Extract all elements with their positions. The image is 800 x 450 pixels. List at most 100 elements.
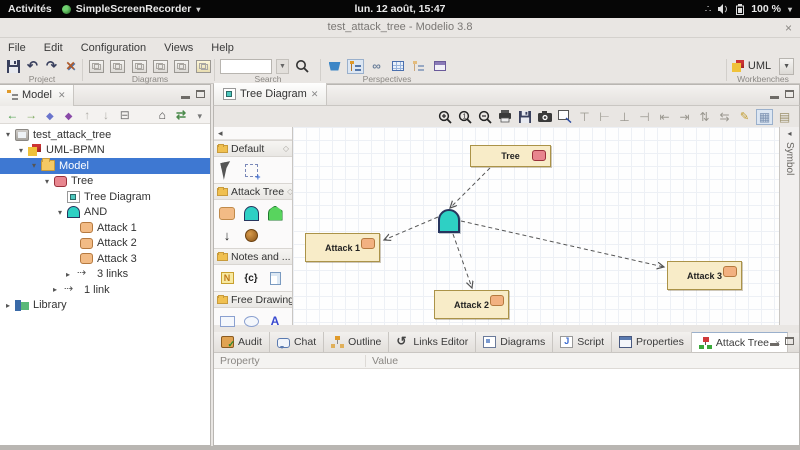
close-icon[interactable]: ✕	[58, 90, 66, 101]
menu-edit[interactable]: Edit	[44, 42, 63, 54]
tree-item-and[interactable]: AND	[0, 205, 210, 221]
window-close-button[interactable]: ×	[785, 21, 792, 35]
rectangle-tool[interactable]	[216, 311, 238, 331]
checklist-icon[interactable]	[410, 59, 427, 74]
maximize-icon[interactable]	[196, 90, 205, 98]
move-down-button[interactable]	[100, 108, 113, 122]
search-input[interactable]	[220, 59, 272, 74]
menu-views[interactable]: Views	[164, 42, 193, 54]
tree-item-attack-1[interactable]: Attack 1	[0, 220, 210, 236]
expander-icon[interactable]	[49, 285, 61, 294]
system-tray[interactable]: ∴ 100 % ▾	[705, 3, 800, 15]
diagram-node-and-gate[interactable]	[438, 209, 460, 233]
column-value[interactable]: Value	[366, 355, 398, 367]
zoom-in-icon[interactable]	[436, 109, 453, 125]
nav-forward-button[interactable]	[25, 108, 38, 122]
align-left-icon[interactable]: ⊢	[596, 109, 613, 125]
close-icon[interactable]: ✕	[311, 89, 319, 100]
palette-group-notes[interactable]: Notes and ... ◇	[214, 248, 292, 265]
expander-icon[interactable]	[41, 177, 53, 186]
menu-file[interactable]: File	[8, 42, 26, 54]
align-top-icon[interactable]: ⊤	[576, 109, 593, 125]
move-up-button[interactable]	[81, 108, 94, 122]
diagram-node-attack-1[interactable]: Attack 1	[305, 233, 380, 262]
model-tab[interactable]: Model ✕	[0, 85, 74, 106]
tools-button[interactable]	[63, 58, 78, 74]
workbench-dropdown[interactable]: ▼	[779, 58, 794, 75]
diagram-type-2-button[interactable]	[109, 58, 126, 74]
diagram-node-tree[interactable]: Tree	[470, 145, 551, 167]
tree-item-attack-2[interactable]: Attack 2	[0, 236, 210, 252]
text-tool[interactable]	[264, 311, 286, 331]
link-icon[interactable]	[368, 59, 385, 74]
link-arrow-tool[interactable]	[216, 225, 238, 245]
tree-item-model[interactable]: Model	[0, 158, 210, 174]
search-dropdown[interactable]: ▼	[276, 59, 289, 74]
note-tool[interactable]: N	[216, 268, 238, 288]
same-width-icon[interactable]: ⇤	[656, 109, 673, 125]
minimize-icon[interactable]	[770, 96, 779, 99]
tree-diagram-tab[interactable]: Tree Diagram ✕	[214, 83, 327, 105]
page-setup-icon[interactable]	[776, 109, 793, 125]
nav-related2-button[interactable]	[62, 108, 75, 122]
expander-icon[interactable]	[54, 208, 66, 217]
tab-script[interactable]: Script	[553, 332, 612, 352]
print-icon[interactable]	[496, 109, 513, 125]
tree-item-3-links[interactable]: 3 links	[0, 267, 210, 283]
diagram-type-5-button[interactable]	[173, 58, 190, 74]
tree-item-attack-3[interactable]: Attack 3	[0, 251, 210, 267]
tab-properties[interactable]: Properties	[612, 332, 692, 352]
expander-icon[interactable]	[15, 146, 27, 155]
and-gate-tool[interactable]	[240, 203, 262, 223]
view-menu-button[interactable]	[193, 108, 206, 122]
bucket-icon[interactable]	[326, 59, 343, 74]
model-tree-icon[interactable]	[347, 59, 364, 74]
home-button[interactable]	[156, 108, 169, 122]
tree-item-1-link[interactable]: 1 link	[0, 282, 210, 298]
expander-icon[interactable]	[2, 130, 14, 139]
sync-button[interactable]	[175, 108, 188, 122]
palette-group-free-drawing[interactable]: Free Drawing ◇	[214, 291, 292, 308]
diagram-type-4-button[interactable]	[152, 58, 169, 74]
diagram-type-1-button[interactable]	[88, 58, 105, 74]
expander-icon[interactable]	[28, 161, 40, 170]
same-height-icon[interactable]: ⇥	[676, 109, 693, 125]
zoom-100-icon[interactable]: 1	[456, 109, 473, 125]
marquee-tool[interactable]	[240, 160, 262, 180]
save-diagram-icon[interactable]	[516, 109, 533, 125]
undo-button[interactable]	[25, 58, 40, 74]
diagram-node-attack-3[interactable]: Attack 3	[667, 261, 742, 290]
collapse-all-button[interactable]	[118, 108, 131, 122]
search-icon[interactable]	[293, 58, 311, 74]
style-brush-icon[interactable]	[736, 109, 753, 125]
tree-item-tree-diagram[interactable]: Tree Diagram	[0, 189, 210, 205]
menu-configuration[interactable]: Configuration	[81, 42, 146, 54]
palette-group-default[interactable]: Default ◇	[214, 140, 292, 157]
distribute-h-icon[interactable]: ⇆	[716, 109, 733, 125]
expander-icon[interactable]	[62, 270, 74, 279]
symbol-panel-collapsed[interactable]: ◂ Symbol	[779, 127, 799, 325]
property-table-body[interactable]	[214, 369, 799, 445]
diagram-type-3-button[interactable]	[131, 58, 148, 74]
nav-back-button[interactable]	[6, 108, 19, 122]
grid-icon[interactable]	[389, 59, 406, 74]
redo-button[interactable]	[44, 58, 59, 74]
window-icon[interactable]	[431, 59, 448, 74]
diagram-node-attack-2[interactable]: Attack 2	[434, 290, 509, 319]
distribute-v-icon[interactable]: ⇅	[696, 109, 713, 125]
menu-help[interactable]: Help	[211, 42, 234, 54]
workbench-value[interactable]: UML	[748, 60, 771, 72]
column-property[interactable]: Property	[214, 355, 366, 367]
expander-icon[interactable]	[2, 301, 14, 310]
or-gate-tool[interactable]	[264, 203, 286, 223]
tree-item-uml-bpmn[interactable]: UML-BPMN	[0, 143, 210, 159]
tree-item-library[interactable]: Library	[0, 298, 210, 314]
diagram-canvas[interactable]: Tree Attack 1 Attack 2 Attack 3	[293, 127, 779, 325]
tab-outline[interactable]: Outline	[324, 332, 389, 352]
tab-links-editor[interactable]: Links Editor	[389, 332, 476, 352]
tree-item-project[interactable]: test_attack_tree	[0, 127, 210, 143]
maximize-icon[interactable]	[785, 337, 794, 345]
save-button[interactable]	[6, 58, 21, 74]
palette-group-attack-tree[interactable]: Attack Tree ◇	[214, 183, 292, 200]
tree-item-tree[interactable]: Tree	[0, 174, 210, 190]
